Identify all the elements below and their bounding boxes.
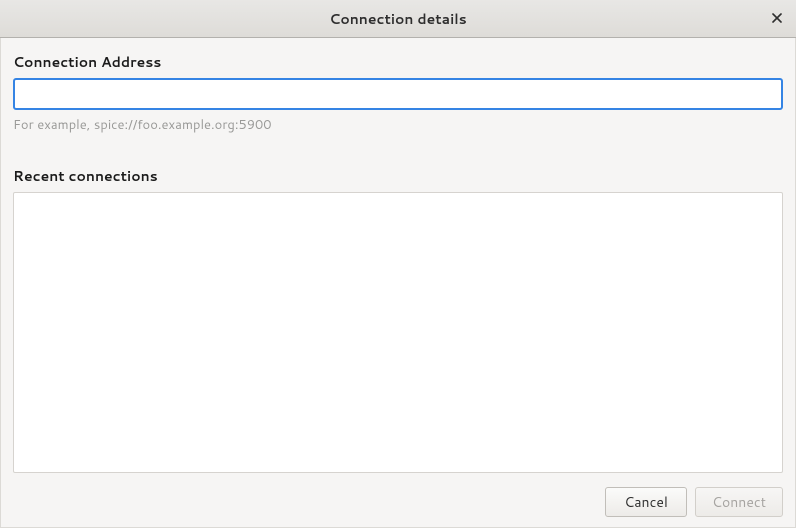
connection-address-input[interactable]: [13, 78, 783, 110]
close-button[interactable]: [768, 10, 786, 28]
titlebar: Connection details: [0, 0, 796, 38]
connect-button[interactable]: Connect: [695, 487, 783, 517]
cancel-button[interactable]: Cancel: [605, 487, 687, 517]
connection-address-hint: For example, spice://foo.example.org:590…: [13, 116, 783, 134]
close-icon: [772, 12, 782, 26]
window-title: Connection details: [329, 9, 466, 29]
dialog-content: Connection Address For example, spice://…: [0, 38, 796, 528]
recent-connections-label: Recent connections: [13, 166, 783, 186]
recent-connections-list[interactable]: [13, 192, 783, 473]
connection-address-label: Connection Address: [13, 52, 783, 72]
button-row: Cancel Connect: [13, 487, 783, 517]
